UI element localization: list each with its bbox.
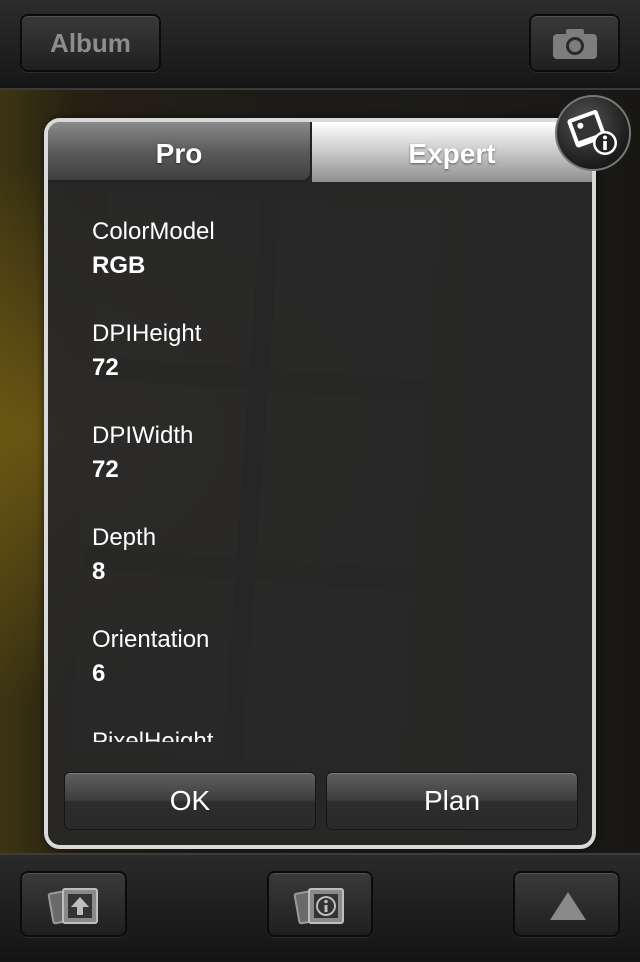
property-value: RGB — [92, 252, 146, 279]
plan-button[interactable]: Plan — [326, 772, 578, 830]
property-name: ColorModel — [92, 218, 215, 245]
camera-button[interactable] — [529, 14, 620, 72]
property-item: ColorModel RGB — [92, 218, 215, 280]
photo-info-icon — [293, 888, 344, 925]
property-name: Orientation — [92, 626, 210, 653]
ok-button[interactable]: OK — [64, 772, 316, 830]
photo-upload-icon — [47, 888, 98, 925]
property-value: 8 — [92, 558, 106, 585]
bottom-toolbar — [0, 853, 640, 962]
property-item: DPIWidth 72 — [92, 422, 193, 484]
album-button[interactable]: Album — [20, 14, 161, 72]
property-item: Orientation 6 — [92, 626, 209, 688]
property-value: 72 — [92, 456, 119, 483]
property-value: 6 — [92, 660, 106, 687]
photo-info-icon — [567, 110, 617, 155]
photo-info-badge-button[interactable] — [555, 95, 631, 171]
metadata-dialog: Pro Expert ColorModel RGB DPIHeight 72 D… — [44, 118, 596, 849]
tab-bar: Pro Expert — [48, 122, 592, 186]
camera-icon — [553, 29, 597, 59]
tab-pro-label: Pro — [155, 138, 203, 169]
property-item: Depth 8 — [92, 524, 156, 586]
photo-info-button[interactable] — [267, 871, 373, 937]
property-value: 72 — [92, 354, 119, 381]
top-toolbar: Album — [0, 0, 640, 90]
property-name: DPIHeight — [92, 320, 202, 347]
property-list[interactable]: ColorModel RGB DPIHeight 72 DPIWidth 72 … — [48, 186, 592, 742]
triangle-up-icon — [550, 892, 586, 920]
property-item: PixelHeight — [92, 728, 213, 742]
collapse-toolbar-button[interactable] — [513, 871, 620, 937]
share-photo-button[interactable] — [20, 871, 127, 937]
property-name: PixelHeight — [92, 728, 214, 742]
tab-expert[interactable]: Expert — [312, 122, 592, 182]
property-name: DPIWidth — [92, 422, 194, 449]
dialog-button-row: OK Plan — [64, 772, 578, 832]
tab-pro[interactable]: Pro — [48, 122, 312, 182]
property-item: DPIHeight 72 — [92, 320, 201, 382]
tab-expert-label: Expert — [408, 138, 496, 169]
property-name: Depth — [92, 524, 157, 551]
